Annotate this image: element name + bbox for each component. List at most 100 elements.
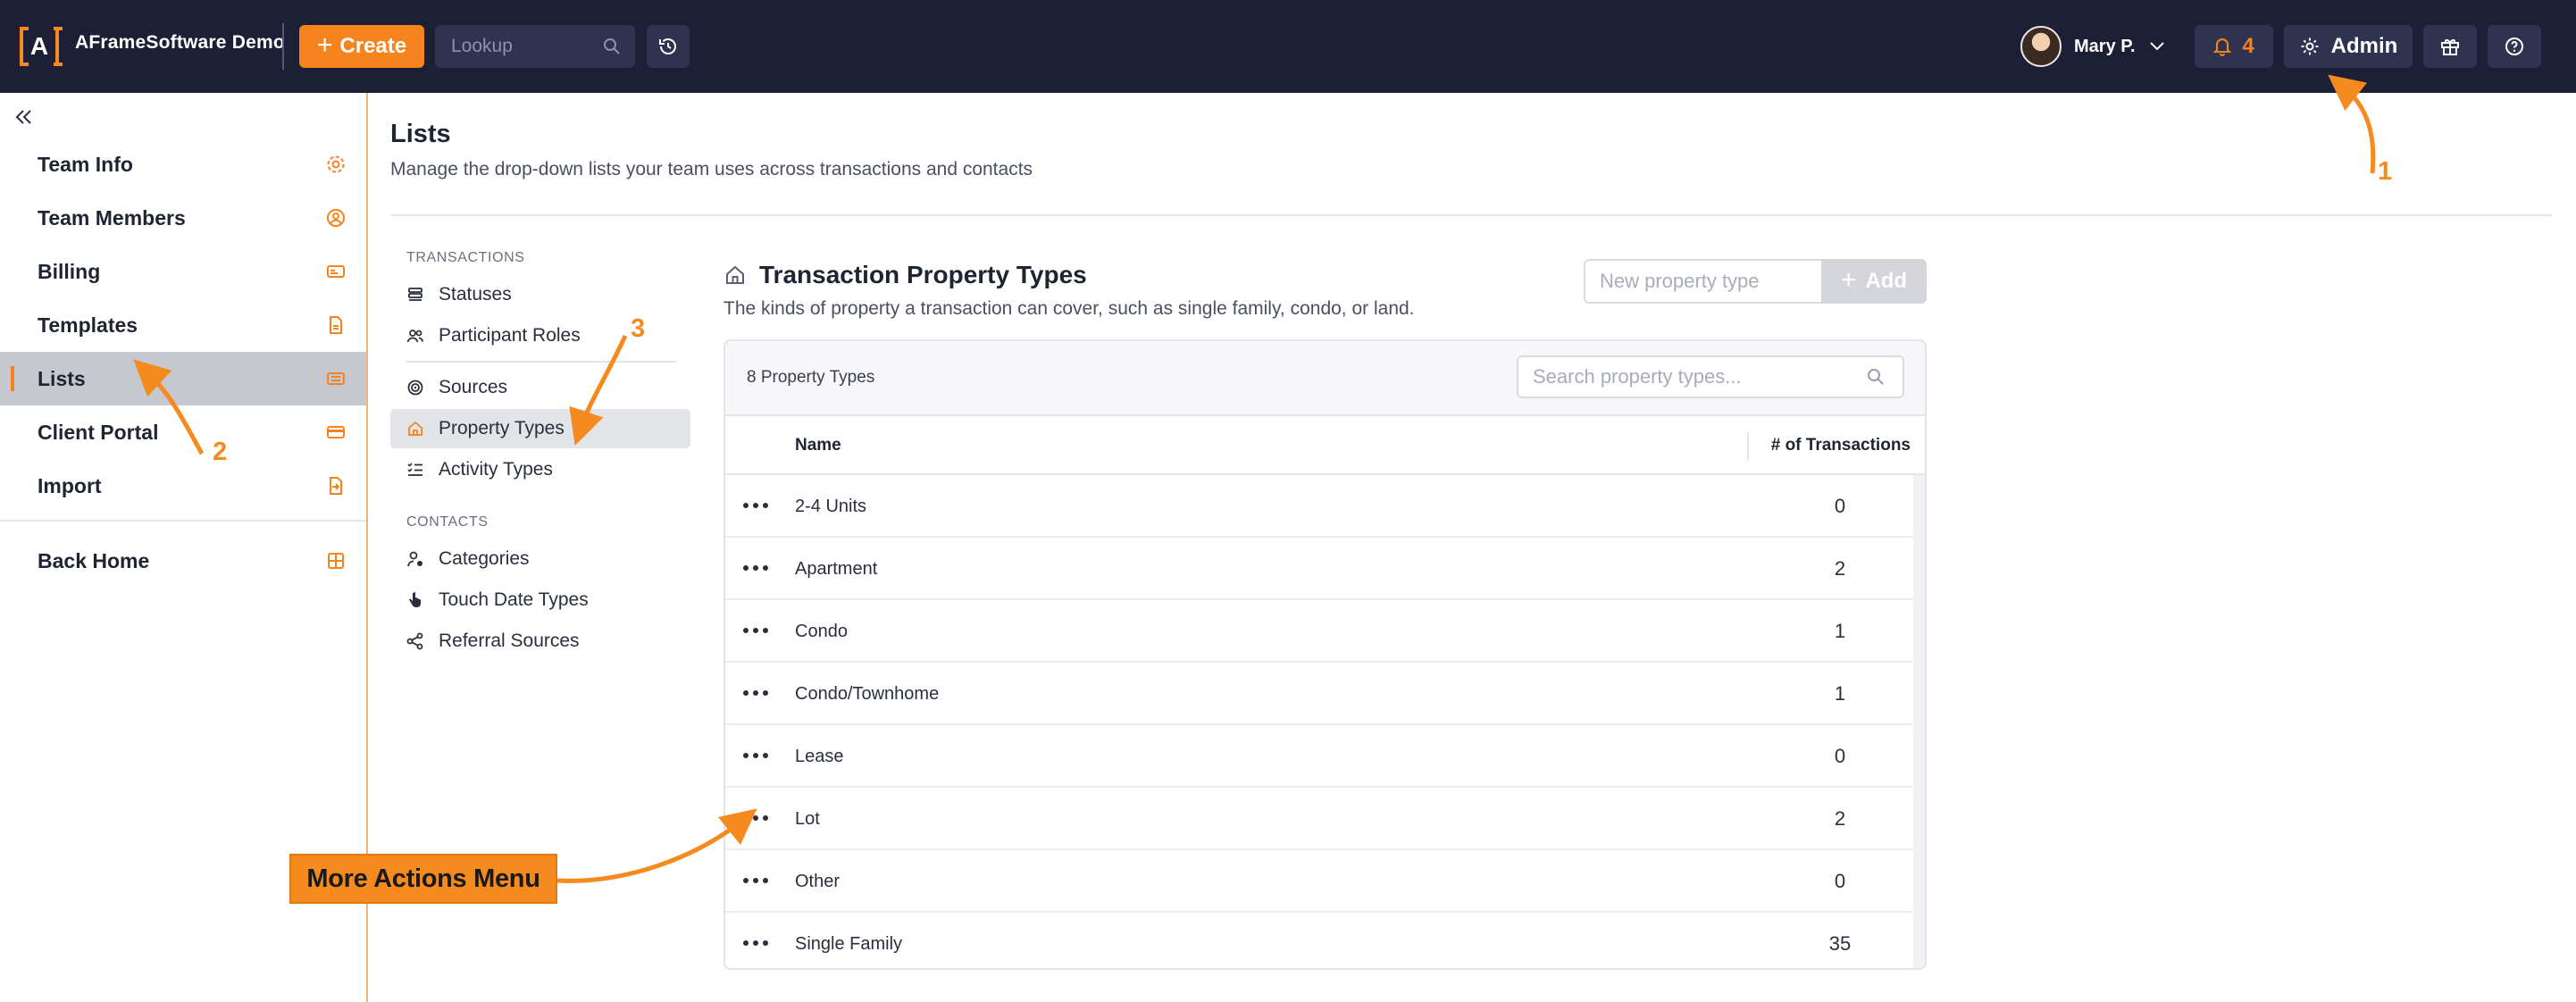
home-icon [408,421,422,436]
sidebar-item-label: Lists [38,366,86,390]
row-name: Apartment [795,559,878,579]
table-row[interactable]: Lease 0 [725,725,1913,788]
row-name: 2-4 Units [795,497,867,516]
avatar [2020,26,2062,67]
item-count: 8 Property Types [747,368,875,387]
gift-icon [2441,39,2459,55]
row-count: 2 [1834,807,1846,830]
table-row[interactable]: Condo/Townhome 1 [725,663,1913,725]
more-actions-icon[interactable] [743,682,774,704]
history-icon [659,38,676,54]
subnav-item-touch-date-types[interactable]: Touch Date Types [390,580,690,620]
subnav-item-label: Activity Types [439,459,553,480]
plus-icon: + [316,29,333,60]
column-header-transactions[interactable]: # of Transactions [1771,436,1911,455]
chevron-down-icon [2149,42,2164,51]
bell-icon [2213,38,2232,56]
search-icon [1868,369,1884,385]
more-actions-icon[interactable] [743,620,774,641]
sidebar-item-back-home[interactable]: Back Home [0,534,366,588]
more-actions-icon[interactable] [743,870,774,891]
sidebar-item-label: Templates [38,313,138,337]
table-row[interactable]: Single Family 35 [725,913,1913,968]
document-icon [330,316,342,334]
history-button[interactable] [647,25,690,68]
more-actions-icon[interactable] [743,745,774,766]
more-actions-icon[interactable] [743,932,774,954]
user-menu[interactable]: Mary P. [2020,25,2166,68]
subnav-item-label: Touch Date Types [439,589,589,610]
section-title-text: Transaction Property Types [759,261,1087,288]
row-count: 35 [1828,932,1852,955]
sidebar-divider [0,520,366,522]
row-name: Other [795,872,841,891]
column-header-name[interactable]: Name [795,436,841,455]
subnav-item-activity-types[interactable]: Activity Types [390,450,690,489]
sidebar-item-label: Client Portal [38,420,159,444]
logo[interactable]: A [20,27,59,66]
search-icon [604,38,620,54]
subnav-divider [406,361,676,363]
sidebar-item-lists[interactable]: Lists [0,352,366,405]
row-name: Lot [795,809,820,829]
subnav-item-property-types[interactable]: Property Types [390,409,690,448]
sidebar-item-import[interactable]: Import [0,459,366,513]
sidebar-item-client-portal[interactable]: Client Portal [0,405,366,459]
sidebar-item-team-info[interactable]: Team Info [0,138,366,191]
sidebar-item-team-members[interactable]: Team Members [0,191,366,245]
gift-button[interactable] [2423,25,2477,68]
property-types-table: 8 Property Types Name # of Transactions … [723,339,1927,970]
more-actions-icon[interactable] [743,495,774,516]
sidebar-item-label: Team Members [38,205,186,230]
table-row[interactable]: Condo 1 [725,600,1913,663]
help-button[interactable] [2488,25,2541,68]
user-tag-icon [407,551,422,567]
new-property-type-input[interactable] [1584,259,1821,304]
sidebar-item-label: Billing [38,259,101,283]
subnav-item-referral-sources[interactable]: Referral Sources [390,622,690,661]
section-subtitle: The kinds of property a transaction can … [723,298,1415,319]
table-row[interactable]: Lot 2 [725,788,1913,850]
table-row[interactable]: Apartment 2 [725,538,1913,600]
table-row[interactable]: Other 0 [725,850,1913,913]
admin-button[interactable]: Admin [2284,25,2413,68]
subnav-item-statuses[interactable]: Statuses [390,275,690,314]
brand-name[interactable]: AFrameSoftware Demo [75,32,285,54]
table-row[interactable]: 2-4 Units 0 [725,475,1913,538]
checklist-icon [407,463,422,476]
sidebar-item-templates[interactable]: Templates [0,298,366,352]
column-divider [1747,432,1749,461]
subnav-item-categories[interactable]: Categories [390,539,690,579]
search-input[interactable] [1517,355,1904,398]
more-actions-icon[interactable] [743,557,774,579]
share-icon [406,632,423,650]
add-button[interactable]: + Add [1821,259,1927,304]
plus-icon: + [1840,264,1857,295]
row-count: 1 [1834,620,1846,642]
lookup-input[interactable]: Lookup [435,25,635,68]
create-button[interactable]: + Create [299,25,424,68]
grid-icon [328,553,344,569]
home-icon [726,265,744,284]
help-icon [2505,38,2523,55]
collapse-sidebar-icon[interactable] [11,104,38,130]
subnav-group-contacts: CONTACTS [406,514,489,530]
subnav-item-label: Referral Sources [439,630,580,651]
table-scrollbar[interactable] [1913,475,1925,968]
more-actions-icon[interactable] [743,807,774,829]
subnav-item-sources[interactable]: Sources [390,368,690,407]
sidebar-item-billing[interactable]: Billing [0,245,366,298]
row-count: 1 [1834,682,1846,705]
subnav-item-participant-roles[interactable]: Participant Roles [390,316,690,355]
sidebar-item-label: Team Info [38,152,133,176]
annotation-number-3: 3 [631,314,646,343]
user-name: Mary P. [2074,36,2136,56]
table-body: 2-4 Units 0 Apartment 2 Condo 1 Condo/To… [725,475,1913,968]
add-label: Add [1865,269,1908,293]
users-icon [406,330,424,343]
row-count: 0 [1834,495,1846,517]
notifications-button[interactable]: 4 [2195,25,2273,68]
gear-icon [2301,38,2319,55]
top-divider [282,23,284,70]
row-name: Condo/Townhome [795,684,940,704]
